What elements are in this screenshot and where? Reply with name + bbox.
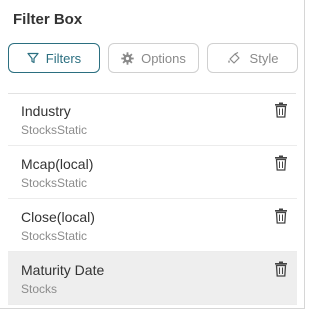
filter-source: Stocks xyxy=(21,282,58,296)
filter-icon xyxy=(27,52,39,64)
filter-source: StocksStatic xyxy=(21,123,88,137)
trash-icon[interactable] xyxy=(274,261,288,277)
tab-style[interactable]: Style xyxy=(207,43,298,73)
filter-name: Industry xyxy=(21,103,71,119)
filter-source: StocksStatic xyxy=(21,176,88,190)
filter-item-mcap[interactable]: Mcap(local) StocksStatic xyxy=(8,146,297,199)
filter-name: Maturity Date xyxy=(21,262,105,278)
tab-options-label: Options xyxy=(141,50,186,66)
tab-options[interactable]: Options xyxy=(108,43,199,73)
tab-filters-label: Filters xyxy=(45,50,82,66)
filter-name: Mcap(local) xyxy=(21,156,94,172)
panel-title: Filter Box xyxy=(13,11,83,28)
trash-icon[interactable] xyxy=(274,155,288,171)
filter-item-industry[interactable]: Industry StocksStatic xyxy=(8,93,297,146)
filter-box-panel: Filter Box Filters Options Style Industr… xyxy=(0,0,305,309)
gear-icon xyxy=(121,51,134,65)
filter-source: StocksStatic xyxy=(21,229,88,243)
tab-filters[interactable]: Filters xyxy=(8,43,100,73)
trash-icon[interactable] xyxy=(274,208,288,224)
paint-icon xyxy=(227,52,243,64)
filter-name: Close(local) xyxy=(21,209,95,225)
filter-item-close[interactable]: Close(local) StocksStatic xyxy=(8,199,297,252)
filter-list: Industry StocksStatic Mcap(local) Stocks… xyxy=(0,93,305,305)
tab-style-label: Style xyxy=(249,50,279,66)
filter-item-maturity-date[interactable]: Maturity Date Stocks xyxy=(8,252,297,305)
trash-icon[interactable] xyxy=(274,102,288,118)
